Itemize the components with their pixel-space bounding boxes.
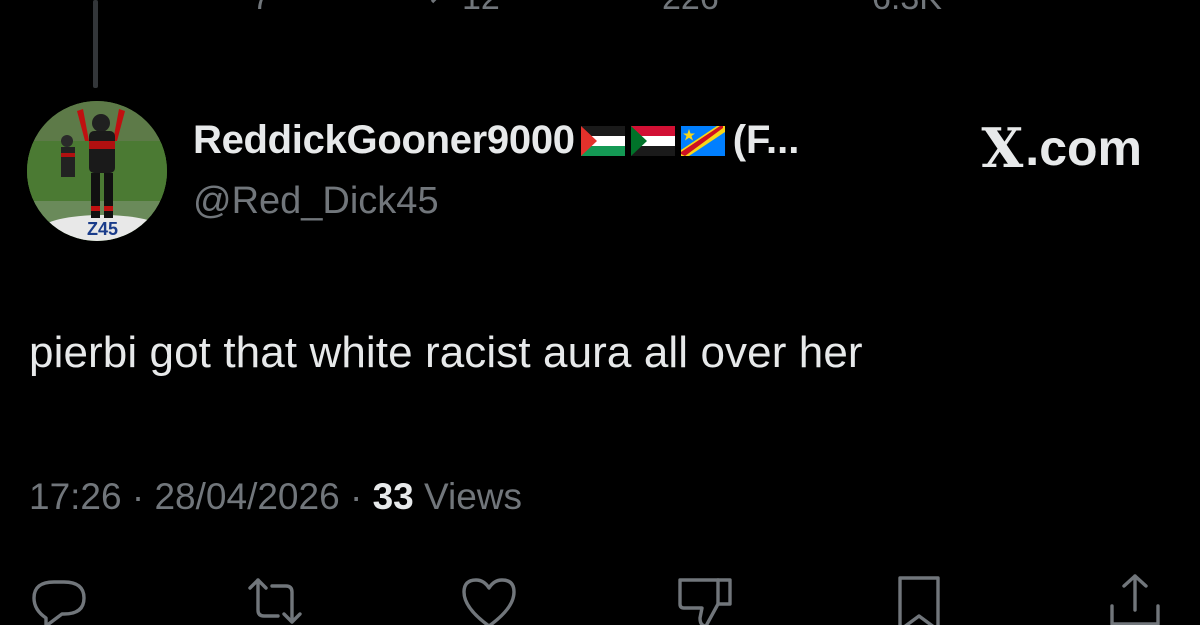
dr-congo-flag-icon xyxy=(680,125,725,156)
previous-views-button[interactable]: 6.3K xyxy=(818,0,942,18)
tweet-time[interactable]: 17:26 xyxy=(29,476,122,517)
x-logo-icon: X xyxy=(981,116,1024,180)
previous-reply-button[interactable]: 7 xyxy=(198,0,271,18)
previous-bookmark-button[interactable] xyxy=(1025,0,1069,18)
reply-icon xyxy=(198,0,242,18)
dislike-button[interactable] xyxy=(674,570,736,625)
previous-views-count: 6.3K xyxy=(872,0,942,18)
dislike-icon xyxy=(678,578,732,625)
display-name[interactable]: ReddickGooner9000 xyxy=(193,118,575,163)
share-icon xyxy=(1110,574,1160,625)
avatar[interactable]: Z45 xyxy=(27,101,167,241)
tweet-text: pierbi got that white racist aura all ov… xyxy=(29,328,863,377)
views-count: 33 xyxy=(372,476,414,517)
x-com-watermark: X .com xyxy=(981,116,1142,180)
previous-reply-count: 7 xyxy=(252,0,271,18)
like-icon xyxy=(462,578,516,625)
thread-connector-line xyxy=(93,0,98,88)
author-name-row[interactable]: ReddickGooner9000 (F... xyxy=(193,118,799,163)
previous-repost-count: 12 xyxy=(462,0,500,18)
avatar-image: Z45 xyxy=(27,101,167,241)
repost-icon xyxy=(430,0,437,4)
previous-share-button[interactable] xyxy=(1118,0,1168,18)
previous-repost-button[interactable]: 12 xyxy=(408,0,500,18)
tweet-metadata: 17:26 · 28/04/2026 · 33 Views xyxy=(29,476,522,518)
reply-button[interactable] xyxy=(28,570,90,625)
views-label: Views xyxy=(424,476,523,517)
brand-label: .com xyxy=(1025,120,1142,176)
palestine-flag-icon xyxy=(580,125,625,156)
tweet-date[interactable]: 28/04/2026 xyxy=(154,476,339,517)
views-icon xyxy=(818,0,862,18)
sudan-flag-icon xyxy=(630,125,675,156)
previous-tweet-action-bar: 7 12 226 6.3K xyxy=(0,0,1200,22)
flag-emojis xyxy=(580,125,725,156)
bookmark-button[interactable] xyxy=(888,570,950,625)
tweet-detail-view: 7 12 226 6.3K Z45 xyxy=(0,0,1200,625)
like-icon xyxy=(608,0,652,18)
display-name-suffix[interactable]: (F... xyxy=(733,118,800,163)
share-button[interactable] xyxy=(1104,570,1166,625)
previous-like-count: 226 xyxy=(662,0,719,18)
author-handle[interactable]: @Red_Dick45 xyxy=(193,180,439,223)
like-button[interactable] xyxy=(458,570,520,625)
share-icon xyxy=(1118,0,1168,18)
meta-separator: · xyxy=(131,476,145,517)
repost-button[interactable] xyxy=(244,570,306,625)
repost-icon xyxy=(248,578,302,624)
reply-icon xyxy=(32,580,86,625)
bookmark-icon xyxy=(1025,0,1069,18)
meta-separator-2: · xyxy=(349,476,363,517)
svg-text:Z45: Z45 xyxy=(87,219,118,239)
previous-like-button[interactable]: 226 xyxy=(608,0,719,18)
bookmark-icon xyxy=(898,576,940,625)
tweet-action-bar xyxy=(0,570,1200,625)
